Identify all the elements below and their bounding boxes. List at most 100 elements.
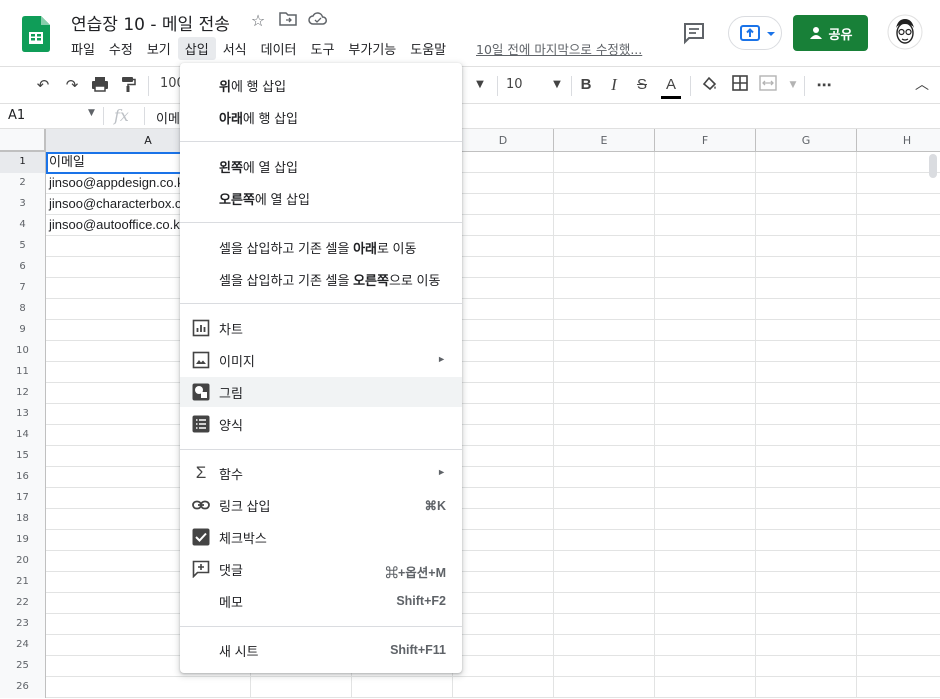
collapse-chevron-icon[interactable]: ︿ — [912, 75, 932, 95]
menu-item-form[interactable]: 양식 — [180, 409, 462, 439]
row-header[interactable]: 5 — [0, 236, 46, 257]
column-header-g[interactable]: G — [756, 129, 857, 152]
column-header-f[interactable]: F — [655, 129, 756, 152]
user-avatar[interactable] — [887, 14, 923, 50]
select-all-corner[interactable] — [0, 129, 46, 152]
menu-item-chart[interactable]: 차트 — [180, 313, 462, 343]
menu-item-image[interactable]: 이미지 ► — [180, 345, 462, 375]
row-header[interactable]: 24 — [0, 635, 46, 656]
row-header[interactable]: 12 — [0, 383, 46, 404]
row-header[interactable]: 15 — [0, 446, 46, 467]
menu-edit[interactable]: 수정 — [102, 37, 140, 60]
grid-row: 26 — [0, 677, 940, 698]
row-header[interactable]: 25 — [0, 656, 46, 677]
borders-icon[interactable] — [730, 75, 750, 95]
menu-addons[interactable]: 부가기능 — [341, 37, 403, 60]
row-header[interactable]: 3 — [0, 194, 46, 215]
menu-item-insert-cells-shift-down[interactable]: 셀을 삽입하고 기존 셀을 아래 로 이동 — [180, 232, 462, 262]
cell-gridline — [553, 488, 554, 509]
menu-item-checkbox[interactable]: 체크박스 — [180, 522, 462, 552]
text-color-button[interactable]: A — [661, 75, 681, 99]
menu-item-new-sheet[interactable]: 새 시트 Shift+F11 — [180, 635, 462, 665]
menu-help[interactable]: 도움말 — [403, 37, 453, 60]
undo-icon[interactable]: ↶ — [33, 75, 53, 95]
menu-item-insert-col-left[interactable]: 왼쪽 에 열 삽입 — [180, 151, 462, 181]
menu-item-label: 그림 — [219, 385, 243, 401]
row-header[interactable]: 2 — [0, 173, 46, 194]
spreadsheet-grid[interactable]: ABCDEFGH 1이메일2jinsoo@appdesign.co.kr3jin… — [0, 129, 940, 699]
menu-item-comment[interactable]: 댓글 ⌘+옵션+M — [180, 554, 462, 584]
row-header[interactable]: 22 — [0, 593, 46, 614]
cloud-status-icon[interactable] — [308, 11, 328, 31]
comments-icon[interactable] — [681, 20, 707, 46]
menu-item-insert-col-right[interactable]: 오른쪽 에 열 삽입 — [180, 183, 462, 213]
row-header[interactable]: 11 — [0, 362, 46, 383]
menu-item-drawing[interactable]: 그림 — [180, 377, 462, 407]
column-header-h[interactable]: H — [857, 129, 940, 152]
row-header[interactable]: 18 — [0, 509, 46, 530]
name-box[interactable]: A1 — [8, 108, 25, 123]
row-header[interactable]: 9 — [0, 320, 46, 341]
cell-gridline — [856, 341, 857, 362]
column-header-e[interactable]: E — [554, 129, 655, 152]
chevron-down-icon[interactable]: ▼ — [470, 75, 490, 95]
move-folder-icon[interactable] — [278, 11, 298, 31]
column-header-d[interactable]: D — [453, 129, 554, 152]
italic-button[interactable]: I — [604, 75, 624, 95]
font-size-select[interactable]: 10 — [506, 75, 536, 95]
menu-item-function[interactable]: Σ 함수 ► — [180, 458, 462, 488]
menu-item-insert-cells-shift-right[interactable]: 셀을 삽입하고 기존 셀을 오른쪽 으로 이동 — [180, 264, 462, 294]
last-edit-link[interactable]: 10일 전에 마지막으로 수정했... — [476, 39, 642, 58]
row-header[interactable]: 16 — [0, 467, 46, 488]
sheets-logo-icon[interactable] — [22, 16, 50, 52]
chevron-down-icon[interactable]: ▼ — [547, 75, 567, 95]
grid-row: 15 — [0, 446, 940, 467]
fill-color-icon[interactable] — [699, 75, 719, 95]
cell-gridline — [553, 677, 554, 698]
row-header[interactable]: 7 — [0, 278, 46, 299]
row-header[interactable]: 6 — [0, 257, 46, 278]
present-button[interactable] — [728, 16, 782, 50]
redo-icon[interactable]: ↷ — [62, 75, 82, 95]
document-title[interactable]: 연습장 10 - 메일 전송 — [71, 10, 230, 35]
grid-row: 3 jinsoo@characterbox.co.kr — [0, 194, 940, 215]
vertical-scrollbar[interactable] — [929, 154, 937, 178]
chevron-down-icon[interactable]: ▼ — [783, 75, 803, 95]
menu-tools[interactable]: 도구 — [304, 37, 342, 60]
bold-button[interactable]: B — [576, 75, 596, 95]
menu-item-insert-link[interactable]: 링크 삽입 ⌘K — [180, 490, 462, 520]
chevron-down-icon[interactable]: ▼ — [88, 108, 95, 118]
menu-file[interactable]: 파일 — [64, 37, 102, 60]
menu-data[interactable]: 데이터 — [254, 37, 304, 60]
row-header[interactable]: 17 — [0, 488, 46, 509]
cell-gridline — [856, 572, 857, 593]
row-header[interactable]: 21 — [0, 572, 46, 593]
share-button[interactable]: 공유 — [793, 15, 868, 51]
row-header[interactable]: 20 — [0, 551, 46, 572]
row-header[interactable]: 10 — [0, 341, 46, 362]
row-header[interactable]: 14 — [0, 425, 46, 446]
menu-insert[interactable]: 삽입 — [177, 37, 216, 60]
print-icon[interactable] — [90, 75, 110, 95]
row-header[interactable]: 26 — [0, 677, 46, 698]
menu-item-note[interactable]: 메모 Shift+F2 — [180, 586, 462, 616]
more-options-icon[interactable]: ⋯ — [814, 75, 834, 95]
row-header[interactable]: 19 — [0, 530, 46, 551]
row-header[interactable]: 4 — [0, 215, 46, 236]
paint-format-icon[interactable] — [118, 75, 138, 95]
merge-cells-icon[interactable] — [758, 75, 778, 95]
star-icon[interactable]: ☆ — [248, 11, 268, 31]
menu-item-insert-row-above[interactable]: 위에 행 삽입 — [180, 70, 462, 100]
menu-format[interactable]: 서식 — [216, 37, 254, 60]
row-header[interactable]: 1 — [0, 152, 46, 173]
menu-view[interactable]: 보기 — [140, 37, 178, 60]
row-header[interactable]: 8 — [0, 299, 46, 320]
row-header[interactable]: 13 — [0, 404, 46, 425]
row-header[interactable]: 23 — [0, 614, 46, 635]
cell-gridline — [654, 383, 655, 404]
menu-item-insert-row-below[interactable]: 아래 에 행 삽입 — [180, 102, 462, 132]
cell-gridline — [553, 509, 554, 530]
strikethrough-button[interactable]: S — [632, 75, 652, 95]
cell-gridline — [755, 383, 756, 404]
cell-gridline — [654, 467, 655, 488]
